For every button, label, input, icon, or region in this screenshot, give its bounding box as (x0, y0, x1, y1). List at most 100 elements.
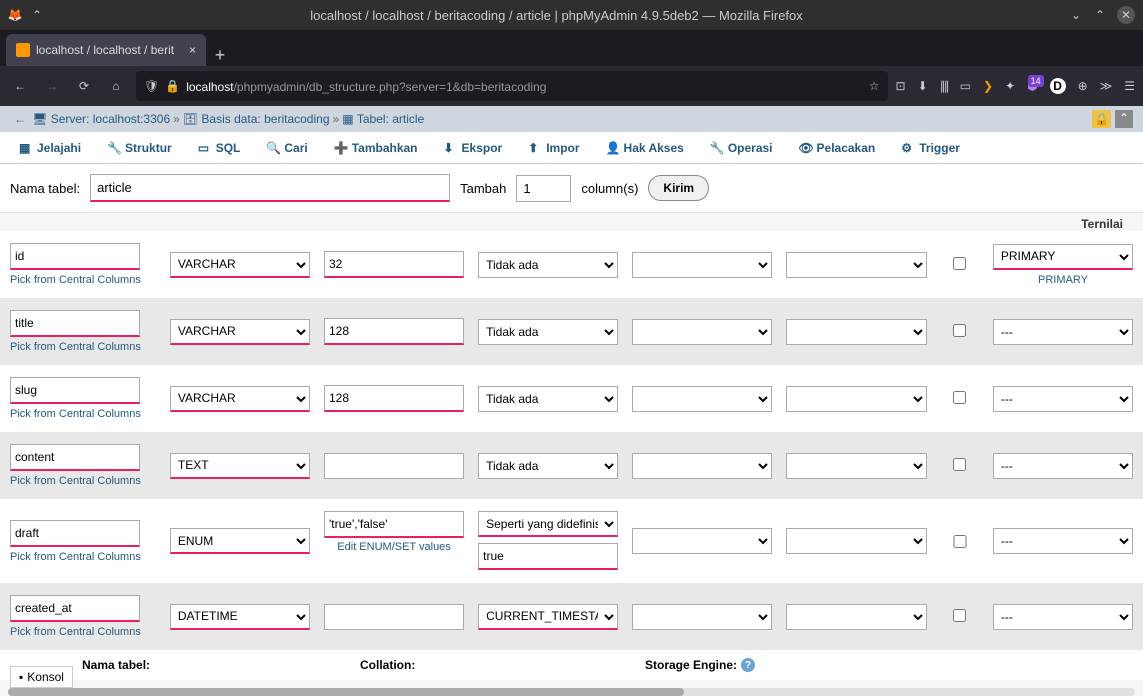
edit-enum-link[interactable]: Edit ENUM/SET values (324, 541, 464, 553)
pick-central-link[interactable]: Pick from Central Columns (10, 551, 156, 563)
tab-export[interactable]: ⬇Ekspor (431, 133, 516, 163)
pick-central-link[interactable]: Pick from Central Columns (10, 475, 156, 487)
col-type-select[interactable]: DATETIME (170, 604, 310, 630)
col-default-select[interactable]: Tidak ada (478, 319, 618, 345)
col-null-checkbox[interactable] (941, 535, 979, 548)
home-button[interactable]: ⌂ (104, 74, 128, 98)
crumb-server[interactable]: 🖥 Server: localhost:3306 (32, 112, 170, 126)
col-attribute-select[interactable] (786, 453, 926, 479)
scrollbar-thumb[interactable] (8, 688, 684, 696)
tab-operations[interactable]: 🔧Operasi (697, 133, 786, 163)
col-null-checkbox[interactable] (953, 391, 966, 404)
col-type-select[interactable]: TEXT (170, 453, 310, 479)
col-name-input[interactable] (10, 520, 140, 547)
ext3-icon[interactable]: ⬢ 14 (1027, 79, 1037, 93)
close-tab-icon[interactable]: × (189, 43, 196, 57)
col-index-select[interactable]: --- (993, 386, 1133, 412)
ext4-icon[interactable]: D (1050, 78, 1066, 94)
table-name-input[interactable] (90, 174, 450, 202)
reader-icon[interactable]: ▭ (960, 79, 971, 93)
col-collation-select[interactable] (632, 528, 772, 554)
tab-browse[interactable]: ▦Jelajahi (6, 133, 94, 163)
tab-search[interactable]: 🔍Cari (253, 133, 320, 163)
col-name-input[interactable] (10, 444, 140, 471)
col-length-input[interactable] (324, 385, 464, 412)
lock-info-icon[interactable]: 🔒 (1092, 110, 1111, 128)
col-index-select[interactable]: --- (993, 604, 1133, 630)
reload-button[interactable]: ⟳ (72, 74, 96, 98)
ext5-icon[interactable]: ⊕ (1078, 79, 1088, 93)
index-name-label[interactable]: PRIMARY (993, 274, 1133, 286)
tab-structure[interactable]: 🔧Struktur (94, 133, 185, 163)
col-null-checkbox[interactable] (953, 458, 966, 471)
col-attribute-select[interactable] (786, 604, 926, 630)
tab-import[interactable]: ⬆Impor (515, 133, 592, 163)
crumb-database[interactable]: 🗄 Basis data: beritacoding (183, 112, 330, 126)
chevron-up-icon[interactable]: ⌃ (30, 8, 44, 22)
horizontal-scrollbar[interactable] (8, 688, 1135, 696)
close-window-icon[interactable]: ✕ (1117, 6, 1135, 24)
col-length-input[interactable] (324, 453, 464, 479)
col-index-select[interactable]: PRIMARY (993, 244, 1133, 270)
pocket-icon[interactable]: ⊡ (896, 79, 906, 93)
col-collation-select[interactable] (632, 319, 772, 345)
ext2-icon[interactable]: ✦ (1005, 79, 1015, 93)
col-index-select[interactable]: --- (993, 528, 1133, 554)
col-default-value-input[interactable] (478, 543, 618, 570)
pick-central-link[interactable]: Pick from Central Columns (10, 341, 156, 353)
col-length-input[interactable] (324, 251, 464, 278)
col-index-select[interactable]: --- (993, 319, 1133, 345)
breadcrumb-back-icon[interactable]: ← (14, 112, 26, 126)
help-icon[interactable]: ? (741, 658, 755, 672)
back-button[interactable]: ← (8, 74, 32, 98)
col-length-input[interactable] (324, 604, 464, 630)
pick-central-link[interactable]: Pick from Central Columns (10, 274, 156, 286)
tab-sql[interactable]: ▭SQL (185, 133, 254, 163)
col-type-select[interactable]: VARCHAR (170, 386, 310, 412)
col-null-checkbox[interactable] (953, 609, 966, 622)
minimize-icon[interactable]: ⌄ (1069, 8, 1083, 22)
col-collation-select[interactable] (632, 604, 772, 630)
shield-icon[interactable]: 🛡 (144, 79, 159, 93)
pick-central-link[interactable]: Pick from Central Columns (10, 408, 156, 420)
tab-tracking[interactable]: 👁Pelacakan (786, 133, 889, 163)
col-attribute-select[interactable] (786, 319, 926, 345)
col-type-select[interactable]: ENUM (170, 528, 310, 554)
col-attribute-select[interactable] (786, 528, 926, 554)
col-length-input[interactable] (324, 511, 464, 538)
col-null-checkbox[interactable] (953, 257, 966, 270)
col-type-select[interactable]: VARCHAR (170, 319, 310, 345)
col-default-select[interactable]: Tidak ada (478, 453, 618, 479)
col-collation-select[interactable] (632, 252, 772, 278)
col-index-select[interactable]: --- (993, 453, 1133, 479)
tab-insert[interactable]: ➕Tambahkan (321, 133, 431, 163)
col-collation-select[interactable] (632, 386, 772, 412)
new-tab-button[interactable]: + (206, 45, 234, 66)
download-icon[interactable]: ⬇ (918, 79, 928, 93)
maximize-icon[interactable]: ⌃ (1093, 8, 1107, 22)
lock-icon[interactable]: 🔒 (165, 79, 180, 93)
tab-trigger[interactable]: ⚙Trigger (888, 133, 973, 163)
submit-button[interactable]: Kirim (648, 175, 709, 201)
ext1-icon[interactable]: ❯ (983, 79, 993, 93)
overflow-icon[interactable]: ≫ (1100, 79, 1113, 93)
col-null-checkbox[interactable] (953, 324, 966, 337)
col-collation-select[interactable] (632, 453, 772, 479)
crumb-table[interactable]: ▦ Tabel: article (342, 112, 424, 126)
menu-icon[interactable]: ☰ (1124, 79, 1135, 93)
col-default-select[interactable]: Tidak ada (478, 252, 618, 278)
bookmark-star-icon[interactable]: ☆ (869, 79, 880, 93)
collapse-up-icon[interactable]: ⌃ (1115, 110, 1133, 128)
col-default-select[interactable]: Tidak ada (478, 386, 618, 412)
col-length-input[interactable] (324, 318, 464, 345)
console-button[interactable]: ▪ Konsol (10, 666, 73, 688)
col-type-select[interactable]: VARCHAR (170, 252, 310, 278)
tab-privileges[interactable]: 👤Hak Akses (593, 133, 697, 163)
col-name-input[interactable] (10, 243, 140, 270)
add-columns-input[interactable] (516, 175, 571, 202)
address-bar[interactable]: 🛡 🔒 localhost/phpmyadmin/db_structure.ph… (136, 71, 888, 101)
browser-tab-active[interactable]: localhost / localhost / berit × (6, 34, 206, 66)
col-name-input[interactable] (10, 377, 140, 404)
pick-central-link[interactable]: Pick from Central Columns (10, 626, 156, 638)
col-default-select[interactable]: Seperti yang didefinisikan: (478, 511, 618, 537)
